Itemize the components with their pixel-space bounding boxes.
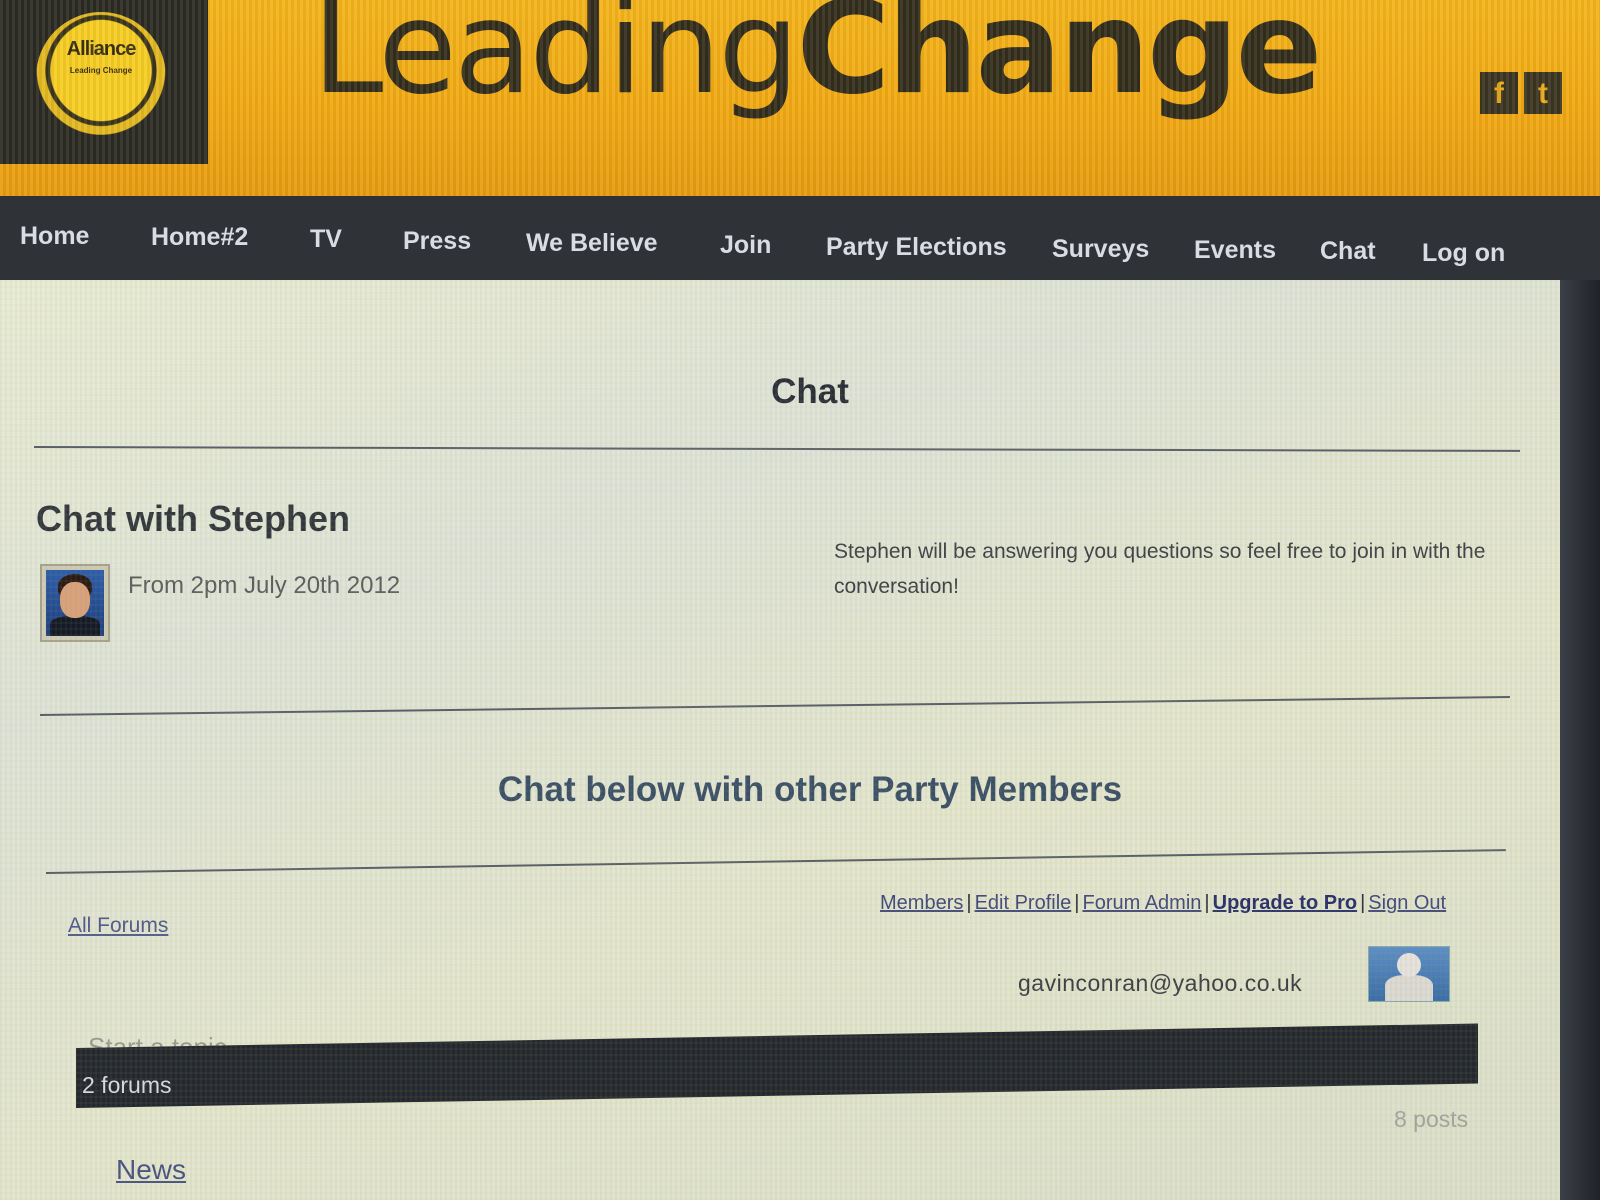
site-header: Alliance Leading Change LeadingChange f … <box>0 0 1600 200</box>
facebook-icon[interactable]: f <box>1480 72 1518 114</box>
event-date: From 2pm July 20th 2012 <box>128 572 401 599</box>
nav-item-tv[interactable]: TV <box>310 225 342 254</box>
nav-item-log-on[interactable]: Log on <box>1422 239 1505 268</box>
user-email: gavinconran@yahoo.co.uk <box>1018 970 1303 996</box>
forum-user-links: Members | Edit Profile | Forum Admin | Upgrade… <box>880 892 1447 914</box>
forum-admin-link[interactable]: Forum Admin <box>1082 892 1201 914</box>
all-forums-link[interactable]: All Forums <box>68 914 168 938</box>
divider <box>39 696 1510 716</box>
forums-header-bar <box>76 1023 1478 1108</box>
nav-item-chat[interactable]: Chat <box>1320 237 1376 266</box>
site-logo[interactable]: Alliance Leading Change <box>0 0 208 164</box>
user-avatar[interactable] <box>1368 946 1450 1002</box>
logo-text: Alliance <box>66 38 137 60</box>
twitter-icon[interactable]: t <box>1524 72 1562 114</box>
screen-edge <box>1560 280 1600 1200</box>
upgrade-to-pro-link[interactable]: Upgrade to Pro <box>1213 892 1357 914</box>
members-link[interactable]: Members <box>880 892 963 914</box>
site-title-light: Leading <box>312 0 799 123</box>
host-avatar <box>40 564 110 642</box>
nav-item-join[interactable]: Join <box>720 231 771 260</box>
content-panel: Chat Chat with Stephen From 2pm July 20t… <box>0 280 1560 1200</box>
site-title-bold: Change <box>796 0 1322 123</box>
forums-count: 2 forums <box>82 1072 172 1098</box>
nav-item-press[interactable]: Press <box>403 227 471 256</box>
divider <box>33 446 1520 452</box>
logo-emblem-icon <box>36 12 166 142</box>
members-chat-heading: Chat below with other Party Members <box>497 770 1123 809</box>
edit-profile-link[interactable]: Edit Profile <box>975 892 1072 914</box>
divider <box>45 849 1506 874</box>
posts-count: 8 posts <box>1394 1106 1469 1132</box>
nav-item-surveys[interactable]: Surveys <box>1052 235 1149 264</box>
site-title: LeadingChange <box>312 0 1322 123</box>
sign-out-link[interactable]: Sign Out <box>1368 892 1446 914</box>
main-nav: Home Home#2 TV Press We Believe Join Par… <box>0 196 1600 284</box>
nav-item-home2[interactable]: Home#2 <box>151 223 248 252</box>
event-description: Stephen will be answering you questions … <box>834 540 1486 598</box>
forum-link-news[interactable]: News <box>116 1154 186 1186</box>
event-title: Chat with Stephen <box>36 498 350 539</box>
nav-item-we-believe[interactable]: We Believe <box>526 229 658 258</box>
nav-item-events[interactable]: Events <box>1194 236 1276 265</box>
nav-item-home[interactable]: Home <box>20 222 89 251</box>
logo-subtext: Leading Change <box>69 66 133 75</box>
nav-item-party-elections[interactable]: Party Elections <box>826 233 1007 262</box>
page-title: Chat <box>771 372 849 411</box>
